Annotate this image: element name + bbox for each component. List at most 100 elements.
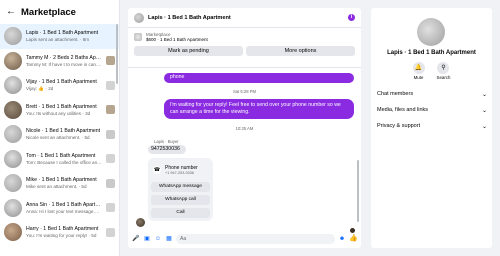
sidebar-title: Marketplace: [21, 6, 76, 18]
section-label: Chat members: [377, 91, 414, 97]
bell-icon: 🔔: [412, 62, 425, 74]
conversation-name: Vijay · 1 Bed 1 Bath Apartment: [26, 78, 97, 85]
chat-scrollbar[interactable]: [357, 160, 359, 222]
microphone-icon[interactable]: 🎤: [132, 235, 140, 243]
chat-panel: Lapis · 1 Bed 1 Bath Apartment i Marketp…: [128, 8, 361, 248]
conversation-name: Mike · 1 Bed 1 Bath Apartment: [26, 177, 97, 184]
message-input[interactable]: Aa: [176, 234, 335, 244]
privacy-support-section[interactable]: Privacy & support ⌄: [377, 123, 487, 130]
conversation-item[interactable]: Lapis · 1 Bed 1 Bath Apartment Lapis sen…: [0, 24, 119, 49]
chat-title[interactable]: Lapis · 1 Bed 1 Bath Apartment: [148, 15, 344, 21]
avatar: [136, 218, 145, 227]
conversation-snippet: Nicole sent an attachment. · 5d: [26, 135, 90, 141]
sticker-icon[interactable]: ☺: [154, 235, 162, 243]
conversation-name: Harry · 1 Bed 1 Bath Apartment: [26, 226, 99, 233]
composer: 🎤 ▣ ☺ ▦ Aa ☻ 👍: [128, 230, 361, 248]
conversation-item[interactable]: Anna Sin · 1 Bed 1 Bath Apartment Anna: …: [0, 196, 119, 221]
conversation-snippet: Tom: Because I called the office an... ·…: [26, 159, 102, 165]
emoji-icon[interactable]: ☻: [338, 235, 346, 243]
avatar: [4, 125, 22, 144]
conversation-snippet: You: I'm waiting for your reply! · 5d: [26, 233, 97, 239]
mute-label: Mute: [413, 75, 424, 80]
phone-icon: ☎: [153, 166, 161, 174]
read-receipt-avatar: [106, 80, 115, 90]
read-receipt-avatar: [106, 129, 115, 139]
conversation-snippet: Tammy M: If have t to move in can... · 5…: [26, 61, 102, 67]
listing-banner: Marketplace $600 · 1 Bed 1 Bath Apartmen…: [128, 28, 361, 68]
timestamp: 10:25 AM: [235, 126, 254, 131]
conversation-item[interactable]: Tammy M · 2 Beds 2 Baths Apart... Tammy …: [0, 49, 119, 74]
incoming-message: 9472530036: [148, 145, 186, 154]
read-receipt-avatar: [106, 105, 115, 115]
conversation-snippet: Anna: Hi I lost your text message.W... ·…: [26, 208, 102, 214]
card-number: +1 947-253-0036: [165, 171, 195, 175]
avatar: [4, 27, 22, 46]
conversation-item[interactable]: Nicole · 1 Bed 1 Bath Apartment Nicole s…: [0, 122, 119, 147]
read-receipt-avatar: [106, 203, 115, 213]
avatar: [4, 149, 22, 168]
avatar[interactable]: [134, 12, 144, 23]
read-receipt-avatar: [106, 178, 115, 188]
section-label: Media, files and links: [377, 107, 429, 113]
conversation-snippet: Mike sent an attachment. · 5d: [26, 184, 87, 190]
read-receipt-avatar: [106, 154, 115, 164]
avatar: [417, 18, 445, 46]
info-icon[interactable]: i: [348, 14, 355, 21]
more-options-button[interactable]: More options: [246, 46, 355, 56]
conversation-item[interactable]: Tom · 1 Bed 1 Bath Apartment Tom: Becaus…: [0, 147, 119, 172]
gif-icon[interactable]: ▦: [165, 235, 173, 243]
sidebar-scrollbar[interactable]: [116, 24, 118, 84]
conversation-item[interactable]: Harry · 1 Bed 1 Bath Apartment You: I'm …: [0, 220, 119, 245]
read-receipt-avatar: [106, 227, 115, 237]
details-panel: Lapis · 1 Bed 1 Bath Apartment 🔔 Mute ⚲ …: [371, 8, 492, 248]
call-button[interactable]: Call: [151, 208, 210, 218]
conversation-name: Nicole · 1 Bed 1 Bath Apartment: [26, 128, 101, 135]
avatar: [4, 100, 22, 119]
conversation-name: Brett · 1 Bed 1 Bath Apartment: [26, 103, 97, 110]
phone-number-card: ☎ Phone number +1 947-253-0036 WhatsApp …: [148, 158, 213, 221]
avatar: [4, 198, 22, 217]
sender-label: Lapis · Buyer: [154, 139, 179, 144]
chevron-down-icon: ⌄: [481, 108, 487, 114]
search-label: Search: [436, 75, 451, 80]
media-files-section[interactable]: Media, files and links ⌄: [377, 107, 487, 114]
conversation-sidebar: ← Marketplace Lapis · 1 Bed 1 Bath Apart…: [0, 0, 120, 256]
section-label: Privacy & support: [377, 123, 421, 129]
like-icon[interactable]: 👍: [349, 235, 358, 243]
whatsapp-message-button[interactable]: WhatsApp message: [151, 182, 210, 192]
conversation-name: Anna Sin · 1 Bed 1 Bath Apartment: [26, 201, 102, 208]
search-button[interactable]: ⚲ Search: [436, 62, 451, 80]
conversation-snippet: Vijay: 👍 · 2d: [26, 85, 54, 91]
image-icon[interactable]: ▣: [143, 235, 151, 243]
message-list: phone Sat 5:28 PM I'm waiting for your r…: [128, 69, 361, 229]
conversation-snippet: Lapis sent an attachment. · 8m: [26, 37, 90, 43]
chat-header: Lapis · 1 Bed 1 Bath Apartment i: [128, 8, 361, 28]
listing-subtitle: $600 · 1 Bed 1 Bath Apartment: [146, 37, 208, 42]
conversation-item[interactable]: Vijay · 1 Bed 1 Bath Apartment Vijay: 👍 …: [0, 73, 119, 98]
conversation-snippet: You: Its without any utilities · 3d: [26, 110, 91, 116]
search-icon: ⚲: [437, 62, 450, 74]
avatar: [4, 51, 22, 70]
chevron-down-icon: ⌄: [481, 92, 487, 98]
sidebar-header: ← Marketplace: [0, 0, 119, 24]
chat-members-section[interactable]: Chat members ⌄: [377, 91, 487, 98]
conversation-item[interactable]: Mike · 1 Bed 1 Bath Apartment Mike sent …: [0, 171, 119, 196]
outgoing-message: I'm waiting for your reply! Feel free to…: [164, 99, 354, 119]
avatar: [4, 223, 22, 242]
back-arrow-icon[interactable]: ←: [6, 7, 16, 17]
listing-thumbnail[interactable]: [134, 33, 142, 41]
avatar: [4, 76, 22, 95]
chevron-down-icon: ⌄: [481, 124, 487, 130]
mark-as-pending-button[interactable]: Mark as pending: [134, 46, 243, 56]
conversation-item[interactable]: Brett · 1 Bed 1 Bath Apartment You: Its …: [0, 98, 119, 123]
read-receipt-avatar: [106, 56, 115, 66]
mute-button[interactable]: 🔔 Mute: [412, 62, 425, 80]
whatsapp-call-button[interactable]: WhatsApp call: [151, 195, 210, 205]
details-title: Lapis · 1 Bed 1 Bath Apartment: [387, 50, 476, 56]
conversation-name: Tom · 1 Bed 1 Bath Apartment: [26, 152, 96, 159]
conversation-name: Lapis · 1 Bed 1 Bath Apartment: [26, 30, 99, 37]
conversation-name: Tammy M · 2 Beds 2 Baths Apart...: [26, 54, 102, 61]
timestamp: Sat 5:28 PM: [232, 89, 257, 94]
avatar: [4, 174, 22, 193]
outgoing-message: phone: [164, 73, 354, 83]
